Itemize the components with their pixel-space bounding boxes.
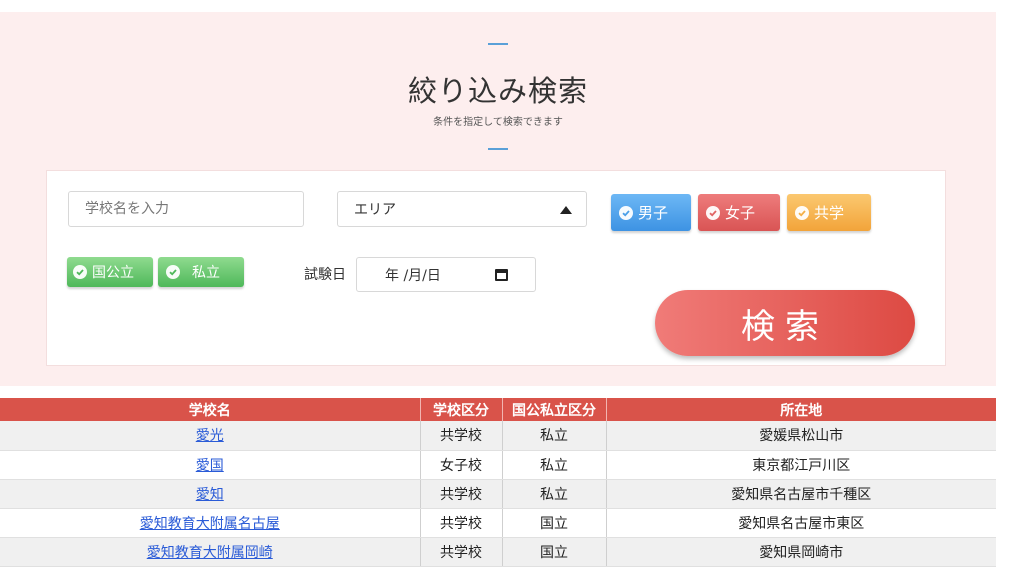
school-type-cell: 共学校 [420, 537, 503, 567]
header-location[interactable]: 所在地 [606, 398, 996, 421]
ownership-cell: 私立 [502, 450, 607, 480]
school-type-cell: 共学校 [420, 508, 503, 538]
school-link[interactable]: 愛知 [196, 487, 224, 503]
school-link[interactable]: 愛光 [196, 428, 224, 444]
table-row: 愛国 女子校 私立 東京都江戸川区 [0, 450, 996, 480]
location-cell: 愛知県岡崎市 [606, 537, 996, 567]
ownership-cell: 国立 [502, 537, 607, 567]
gender-chip-label: 女子 [725, 204, 756, 222]
type-chip-label: 私立 [192, 265, 220, 281]
type-chip-private[interactable]: 私立 [158, 257, 244, 287]
title-divider-bottom [488, 148, 508, 150]
exam-date-value: 年 /月/日 [385, 267, 441, 284]
header-ownership[interactable]: 国公私立区分 [502, 398, 607, 421]
caret-up-icon [560, 206, 572, 214]
check-circle-icon [706, 205, 720, 220]
results-table: 学校名 学校区分 国公私立区分 所在地 愛光 共学校 私立 愛媛県松山市 愛国 … [0, 398, 996, 567]
location-cell: 愛知県名古屋市千種区 [606, 479, 996, 509]
location-cell: 東京都江戸川区 [606, 450, 996, 480]
gender-chip-female[interactable]: 女子 [698, 194, 780, 231]
gender-chip-label: 男子 [638, 204, 669, 222]
gender-chip-label: 共学 [814, 204, 845, 222]
gender-chip-male[interactable]: 男子 [611, 194, 691, 231]
school-name-cell: 愛知 [0, 479, 421, 509]
school-name-cell: 愛国 [0, 450, 421, 480]
school-link[interactable]: 愛知教育大附属岡崎 [147, 545, 273, 561]
check-circle-icon [166, 265, 180, 279]
area-select-value: エリア [354, 202, 396, 218]
search-button[interactable]: 検索 [655, 290, 915, 356]
ownership-cell: 国立 [502, 508, 607, 538]
title-divider-top [488, 43, 508, 45]
school-type-cell: 女子校 [420, 450, 503, 480]
exam-date-input[interactable]: 年 /月/日 [356, 257, 536, 292]
table-row: 愛知教育大附属岡崎 共学校 国立 愛知県岡崎市 [0, 537, 996, 567]
type-chip-label: 国公立 [92, 265, 134, 281]
school-type-cell: 共学校 [420, 479, 503, 509]
type-chip-public[interactable]: 国公立 [67, 257, 153, 287]
page-title: 絞り込み検索 [407, 74, 588, 108]
ownership-cell: 私立 [502, 421, 607, 451]
location-cell: 愛媛県松山市 [606, 421, 996, 451]
area-select[interactable]: エリア [337, 191, 587, 227]
check-circle-icon [619, 205, 633, 220]
table-row: 愛光 共学校 私立 愛媛県松山市 [0, 421, 996, 451]
school-link[interactable]: 愛知教育大附属名古屋 [140, 516, 280, 532]
calendar-icon[interactable] [495, 269, 508, 281]
school-name-cell: 愛光 [0, 421, 421, 451]
check-circle-icon [73, 265, 87, 279]
exam-date-label: 試験日 [304, 267, 346, 283]
school-name-input[interactable] [68, 191, 304, 227]
header-school-name[interactable]: 学校名 [0, 398, 421, 421]
ownership-cell: 私立 [502, 479, 607, 509]
table-header-row: 学校名 学校区分 国公私立区分 所在地 [0, 398, 996, 421]
page-subtitle: 条件を指定して検索できます [433, 117, 563, 128]
table-row: 愛知教育大附属名古屋 共学校 国立 愛知県名古屋市東区 [0, 508, 996, 538]
header-school-type[interactable]: 学校区分 [420, 398, 503, 421]
gender-chip-coed[interactable]: 共学 [787, 194, 871, 231]
school-link[interactable]: 愛国 [196, 458, 224, 474]
table-row: 愛知 共学校 私立 愛知県名古屋市千種区 [0, 479, 996, 509]
check-circle-icon [795, 205, 809, 220]
school-type-cell: 共学校 [420, 421, 503, 451]
search-panel: 絞り込み検索 条件を指定して検索できます エリア 男子 女子 共学 [0, 12, 996, 386]
filter-form: エリア 男子 女子 共学 国公立 [46, 170, 946, 366]
school-name-cell: 愛知教育大附属名古屋 [0, 508, 421, 538]
location-cell: 愛知県名古屋市東区 [606, 508, 996, 538]
school-name-cell: 愛知教育大附属岡崎 [0, 537, 421, 567]
